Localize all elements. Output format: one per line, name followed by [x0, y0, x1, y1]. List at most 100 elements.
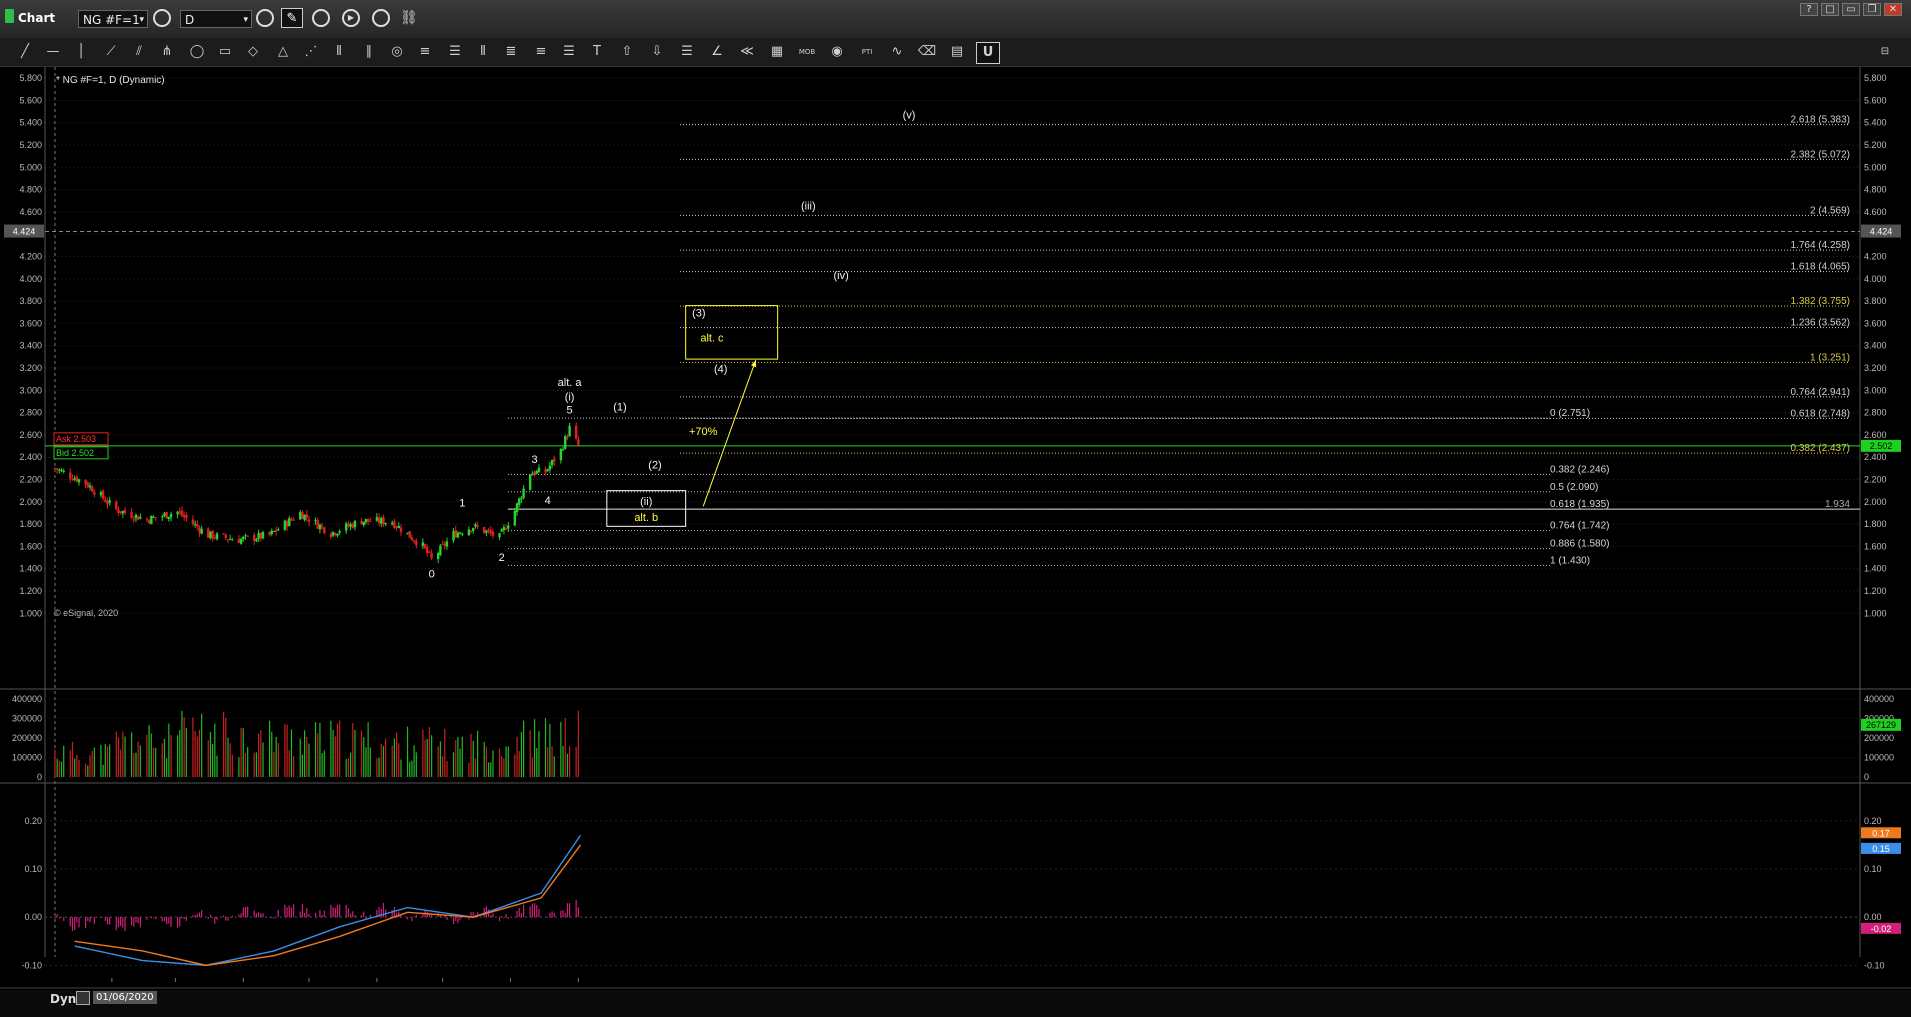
- candle-body: [224, 534, 227, 538]
- candle-body: [150, 515, 153, 525]
- y-tick-label-left: 4.600: [19, 207, 42, 217]
- symbol-input[interactable]: NG #F=1 ▾: [78, 10, 148, 28]
- cycle-tool-icon[interactable]: ☰: [676, 42, 698, 62]
- fib-extension-label: 2.618 (5.383): [1791, 115, 1851, 126]
- candle-body: [393, 521, 396, 529]
- candle-body: [253, 535, 256, 541]
- rect-tool-icon[interactable]: ▭: [214, 42, 236, 62]
- candle-body: [320, 525, 324, 527]
- eraser-tool-icon[interactable]: ⌫: [916, 42, 938, 62]
- y-tick-label-left: 4.200: [19, 252, 42, 262]
- fib-channel-tool-icon[interactable]: ☰: [558, 42, 580, 62]
- y-tick-label-left: 4.800: [19, 185, 42, 195]
- y-tick-label-right: 3.600: [1864, 318, 1887, 328]
- candle-body: [152, 516, 155, 518]
- magnet-tool-icon[interactable]: U: [976, 42, 1000, 64]
- candle-body: [500, 529, 503, 532]
- fib-time-tool-icon[interactable]: ⦀: [472, 42, 494, 62]
- candle-body: [130, 511, 133, 518]
- candle-body: [428, 551, 431, 553]
- fan-tool-icon[interactable]: ⋰: [300, 42, 322, 62]
- fib-fan-tool-icon[interactable]: ≡: [530, 42, 552, 62]
- ellipse-tool-icon[interactable]: ◯: [186, 42, 208, 62]
- maximize-button[interactable]: ❐: [1863, 3, 1881, 16]
- candle-body: [121, 511, 125, 514]
- close-button[interactable]: ✕: [1884, 3, 1902, 16]
- channel-tool-icon[interactable]: ⫽: [128, 42, 150, 62]
- fib-retrace-tool-icon[interactable]: ≡: [414, 42, 436, 62]
- wave-label: 3: [531, 454, 537, 466]
- candle-body: [268, 531, 271, 535]
- pitchfork-tool-icon[interactable]: ⋔: [156, 42, 178, 62]
- candle-body: [198, 527, 201, 533]
- minimize-button[interactable]: ▭: [1842, 3, 1860, 16]
- candle-body: [226, 539, 230, 541]
- candle-body: [533, 472, 536, 475]
- dyn-mode-label[interactable]: Dyn: [50, 992, 76, 1006]
- elliott-tool-icon[interactable]: ∿: [886, 42, 908, 62]
- candle-body: [165, 511, 168, 519]
- diamond-tool-icon[interactable]: ◇: [242, 42, 264, 62]
- y-tick-label-left: 5.400: [19, 118, 42, 128]
- parallel-tool-icon[interactable]: ∥: [358, 42, 380, 62]
- triangle-tool-icon[interactable]: △: [272, 42, 294, 62]
- y-tick-label-left: 2.000: [19, 497, 42, 507]
- eye-tool-icon[interactable]: ◉: [826, 42, 848, 62]
- fib-extension-label: 2 (4.569): [1810, 205, 1850, 216]
- candle-body: [353, 520, 357, 528]
- y-tick-label-right: 5.800: [1864, 73, 1887, 83]
- candle-body: [377, 517, 381, 524]
- candle-body: [239, 539, 243, 544]
- clock-icon[interactable]: [256, 9, 274, 27]
- play-icon[interactable]: ▶: [342, 9, 360, 27]
- candle-body: [196, 524, 199, 527]
- trend-tool-icon[interactable]: ⟋: [100, 42, 122, 62]
- candle-body: [520, 497, 523, 500]
- circle-tool-icon[interactable]: ◎: [386, 42, 408, 62]
- grid-tool-icon[interactable]: ⫴: [328, 42, 350, 62]
- candle-body: [301, 512, 304, 519]
- wave-label: (2): [648, 459, 661, 471]
- andrews-tool-icon[interactable]: ≪: [736, 42, 758, 62]
- dropdown-arrow-icon[interactable]: ▾: [139, 11, 144, 29]
- table-tool-icon[interactable]: ▦: [766, 42, 788, 62]
- calendar-icon[interactable]: [76, 991, 90, 1005]
- candle-body: [347, 524, 350, 527]
- y-tick-label-right: 1.200: [1864, 586, 1887, 596]
- interval-input[interactable]: D ▾: [180, 10, 252, 28]
- candle-body: [441, 543, 444, 545]
- gann-tool-icon[interactable]: ∠: [706, 42, 728, 62]
- arrow-down-tool-icon[interactable]: ⇩: [646, 42, 668, 62]
- arrow-up-tool-icon[interactable]: ⇧: [616, 42, 638, 62]
- vline-tool-icon[interactable]: │: [70, 42, 92, 62]
- refresh-icon[interactable]: [312, 9, 330, 27]
- dropdown-arrow-icon[interactable]: ▾: [243, 11, 248, 29]
- y-tick-label-left: 1.800: [19, 519, 42, 529]
- y-tick-label-left: 3.000: [19, 385, 42, 395]
- restore-button[interactable]: □: [1821, 3, 1839, 16]
- candle-body: [566, 436, 569, 438]
- chat-tool-icon[interactable]: ▤: [946, 42, 968, 62]
- chart-area[interactable]: 1.000 1.200 1.400 1.600 1.800 2.000 2.200 2.400…: [0, 67, 1911, 990]
- candle-body: [222, 533, 225, 535]
- symbol-settings-icon[interactable]: [153, 9, 171, 27]
- y-tick-label-left: 1.200: [19, 586, 42, 596]
- candle-body: [408, 531, 411, 538]
- help-button[interactable]: ?: [1800, 3, 1818, 16]
- hline-tool-icon[interactable]: —: [42, 42, 64, 62]
- zoom-icon[interactable]: [372, 9, 390, 27]
- mob-tool-icon[interactable]: MOB: [796, 42, 818, 62]
- y-tick-label-left: 1.600: [19, 541, 42, 551]
- pencil-icon[interactable]: ✎: [281, 8, 303, 28]
- link-icon[interactable]: ⛓: [400, 9, 420, 27]
- toolbar-settings-icon[interactable]: ⊟: [1874, 42, 1896, 62]
- fib-ext-tool-icon[interactable]: ☰: [444, 42, 466, 62]
- candle-body: [489, 530, 492, 534]
- line-tool-icon[interactable]: ╱: [14, 42, 36, 62]
- candle-body: [334, 533, 337, 536]
- fib-arc-tool-icon[interactable]: ≣: [500, 42, 522, 62]
- wave-label: alt. b: [634, 512, 658, 524]
- text-tool-icon[interactable]: T: [586, 42, 608, 62]
- pti-tool-icon[interactable]: PTI: [856, 42, 878, 62]
- candle-body: [292, 519, 295, 521]
